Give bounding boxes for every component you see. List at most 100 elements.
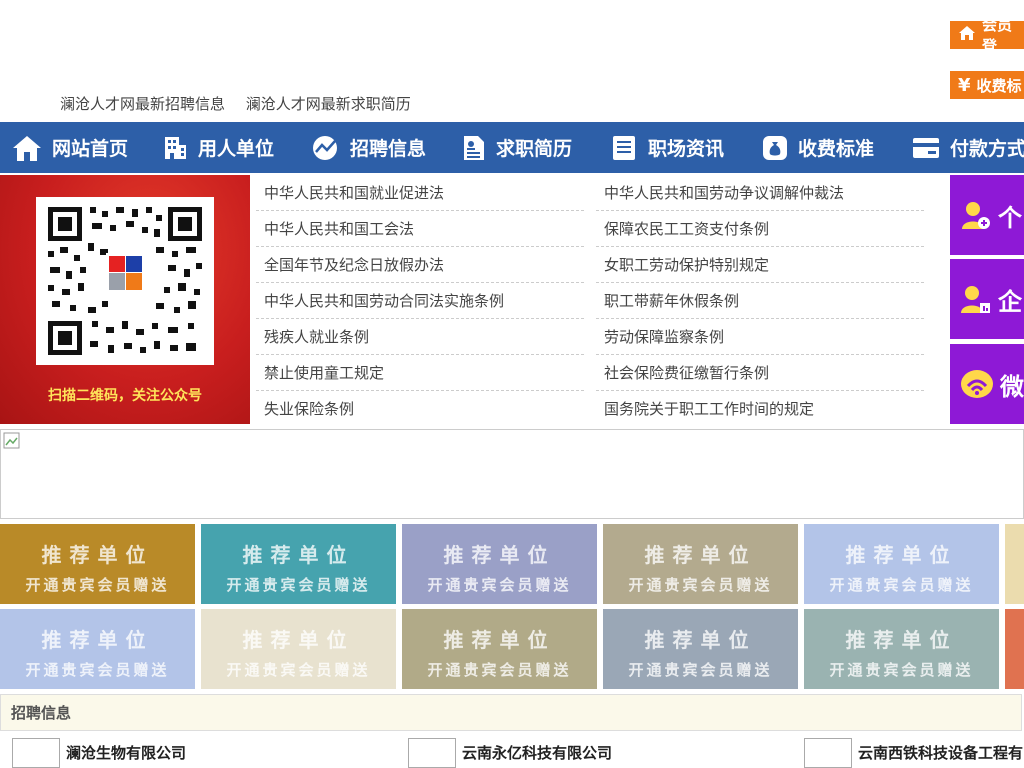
company-item[interactable]: 云南永亿科技有限公司 xyxy=(408,737,612,768)
user-add-icon xyxy=(962,202,990,229)
nav-item-news[interactable]: 职场资讯 xyxy=(600,122,750,173)
recommend-tile[interactable]: 推荐单位 开通贵宾会员赠送 xyxy=(603,524,798,604)
ad-banner[interactable] xyxy=(0,429,1024,519)
recommend-tile[interactable]: 推荐单位 开通贵宾会员赠送 xyxy=(603,609,798,689)
fee-standard-button[interactable]: ¥ 收费标 xyxy=(950,71,1024,99)
company-name[interactable]: 云南永亿科技有限公司 xyxy=(462,742,612,763)
personal-register-button[interactable]: 个 xyxy=(950,175,1024,255)
law-link[interactable]: 禁止使用童工规定 xyxy=(256,356,584,391)
law-row: 中华人民共和国劳动合同法实施条例 职工带薪年休假条例 xyxy=(256,283,936,319)
company-logo xyxy=(408,737,456,768)
latest-resumes-link[interactable]: 澜沧人才网最新求职简历 xyxy=(246,95,411,113)
law-link[interactable]: 中华人民共和国就业促进法 xyxy=(256,176,584,211)
recommend-tile[interactable]: 推荐单位 开通贵宾会员赠送 xyxy=(201,524,396,604)
recommend-tile[interactable]: 推荐单位 开通贵宾会员赠送 xyxy=(402,609,597,689)
nav-item-home[interactable]: 网站首页 xyxy=(0,122,150,173)
home-icon xyxy=(13,135,41,161)
law-link[interactable]: 社会保险费征缴暂行条例 xyxy=(596,356,924,391)
recommend-tile[interactable] xyxy=(1005,524,1024,604)
main-nav: 网站首页 用人单位 招聘信息 求职简历 职场资讯 收费标准 付款方式 xyxy=(0,122,1024,173)
recommend-tile[interactable] xyxy=(1005,609,1024,689)
money-bag-icon xyxy=(763,135,787,160)
law-link[interactable]: 中华人民共和国工会法 xyxy=(256,212,584,247)
qr-code-banner: 扫描二维码，关注公众号 xyxy=(0,175,250,424)
tile-subtitle: 开通贵宾会员赠送 xyxy=(427,576,572,594)
personal-label: 个 xyxy=(998,203,1022,232)
recommend-tile[interactable]: 推荐单位 开通贵宾会员赠送 xyxy=(804,609,999,689)
wechat-icon xyxy=(961,370,993,398)
law-row: 残疾人就业条例 劳动保障监察条例 xyxy=(256,319,936,355)
nav-label: 求职简历 xyxy=(496,138,573,160)
tile-subtitle: 开通贵宾会员赠送 xyxy=(226,661,371,679)
recommend-tile[interactable]: 推荐单位 开通贵宾会员赠送 xyxy=(201,609,396,689)
nav-item-resumes[interactable]: 求职简历 xyxy=(450,122,600,173)
recommend-tile[interactable]: 推荐单位 开通贵宾会员赠送 xyxy=(804,524,999,604)
enterprise-register-button[interactable]: 企 xyxy=(950,259,1024,339)
recruit-section-title: 招聘信息 xyxy=(11,704,72,722)
tile-subtitle: 开通贵宾会员赠送 xyxy=(427,661,572,679)
chart-icon xyxy=(313,135,337,160)
company-item[interactable]: 澜沧生物有限公司 xyxy=(12,737,186,768)
tile-subtitle: 开通贵宾会员赠送 xyxy=(226,576,371,594)
company-item[interactable]: 云南西铁科技设备工程有 xyxy=(804,737,1023,768)
recruit-section-header: 招聘信息 xyxy=(0,694,1022,731)
recommend-tile[interactable]: 推荐单位 开通贵宾会员赠送 xyxy=(0,524,195,604)
law-link[interactable]: 保障农民工工资支付条例 xyxy=(596,212,924,247)
tile-subtitle: 开通贵宾会员赠送 xyxy=(628,661,773,679)
tile-title: 推荐单位 xyxy=(845,628,958,652)
wechat-label: 微 xyxy=(1000,372,1024,401)
company-logo xyxy=(12,737,60,768)
qr-caption: 扫描二维码，关注公众号 xyxy=(48,388,202,404)
law-link[interactable]: 国务院关于职工工作时间的规定 xyxy=(596,392,924,427)
nav-label: 职场资讯 xyxy=(648,138,725,160)
tile-title: 推荐单位 xyxy=(41,543,154,567)
law-row: 全国年节及纪念日放假办法 女职工劳动保护特别规定 xyxy=(256,247,936,283)
tile-title: 推荐单位 xyxy=(41,628,154,652)
law-link[interactable]: 失业保险条例 xyxy=(256,392,584,427)
home-icon xyxy=(958,25,976,46)
top-links: 澜沧人才网最新招聘信息 澜沧人才网最新求职简历 xyxy=(60,93,427,114)
nav-label: 付款方式 xyxy=(950,138,1024,160)
recommend-tile[interactable]: 推荐单位 开通贵宾会员赠送 xyxy=(402,524,597,604)
nav-label: 用人单位 xyxy=(198,138,275,160)
latest-jobs-link[interactable]: 澜沧人才网最新招聘信息 xyxy=(60,95,225,113)
nav-label: 收费标准 xyxy=(798,138,875,160)
law-link[interactable]: 中华人民共和国劳动合同法实施条例 xyxy=(256,284,584,319)
nav-item-employers[interactable]: 用人单位 xyxy=(150,122,300,173)
enterprise-icon xyxy=(961,286,990,313)
nav-item-fees[interactable]: 收费标准 xyxy=(750,122,900,173)
tile-title: 推荐单位 xyxy=(644,543,757,567)
member-login-button[interactable]: 会员登 xyxy=(950,16,1024,55)
company-name[interactable]: 澜沧生物有限公司 xyxy=(66,742,186,763)
law-link[interactable]: 劳动保障监察条例 xyxy=(596,320,924,355)
tile-title: 推荐单位 xyxy=(845,543,958,567)
broken-image-icon xyxy=(3,432,20,449)
law-link[interactable]: 职工带薪年休假条例 xyxy=(596,284,924,319)
wechat-button[interactable]: 微 xyxy=(950,344,1024,424)
enterprise-label: 企 xyxy=(998,287,1022,316)
nav-label: 网站首页 xyxy=(52,138,129,160)
tile-title: 推荐单位 xyxy=(242,628,355,652)
law-links: 中华人民共和国就业促进法 中华人民共和国劳动争议调解仲裁法 中华人民共和国工会法… xyxy=(256,175,936,427)
qr-code xyxy=(36,197,214,365)
member-login-label: 会员登 xyxy=(982,16,1013,55)
law-row: 中华人民共和国工会法 保障农民工工资支付条例 xyxy=(256,211,936,247)
news-icon xyxy=(613,135,635,160)
law-link[interactable]: 残疾人就业条例 xyxy=(256,320,584,355)
law-link[interactable]: 全国年节及纪念日放假办法 xyxy=(256,248,584,283)
tile-subtitle: 开通贵宾会员赠送 xyxy=(829,576,974,594)
tile-title: 推荐单位 xyxy=(644,628,757,652)
law-row: 禁止使用童工规定 社会保险费征缴暂行条例 xyxy=(256,355,936,391)
recommend-tile[interactable]: 推荐单位 开通贵宾会员赠送 xyxy=(0,609,195,689)
tile-subtitle: 开通贵宾会员赠送 xyxy=(25,576,170,594)
company-name[interactable]: 云南西铁科技设备工程有 xyxy=(858,742,1023,763)
law-link[interactable]: 女职工劳动保护特别规定 xyxy=(596,248,924,283)
law-row: 中华人民共和国就业促进法 中华人民共和国劳动争议调解仲裁法 xyxy=(256,175,936,211)
building-icon xyxy=(165,136,186,159)
tile-title: 推荐单位 xyxy=(242,543,355,567)
nav-item-jobs[interactable]: 招聘信息 xyxy=(300,122,450,173)
nav-item-payment[interactable]: 付款方式 xyxy=(900,122,1024,173)
tile-title: 推荐单位 xyxy=(443,628,556,652)
law-link[interactable]: 中华人民共和国劳动争议调解仲裁法 xyxy=(596,176,924,211)
card-icon xyxy=(913,137,939,158)
